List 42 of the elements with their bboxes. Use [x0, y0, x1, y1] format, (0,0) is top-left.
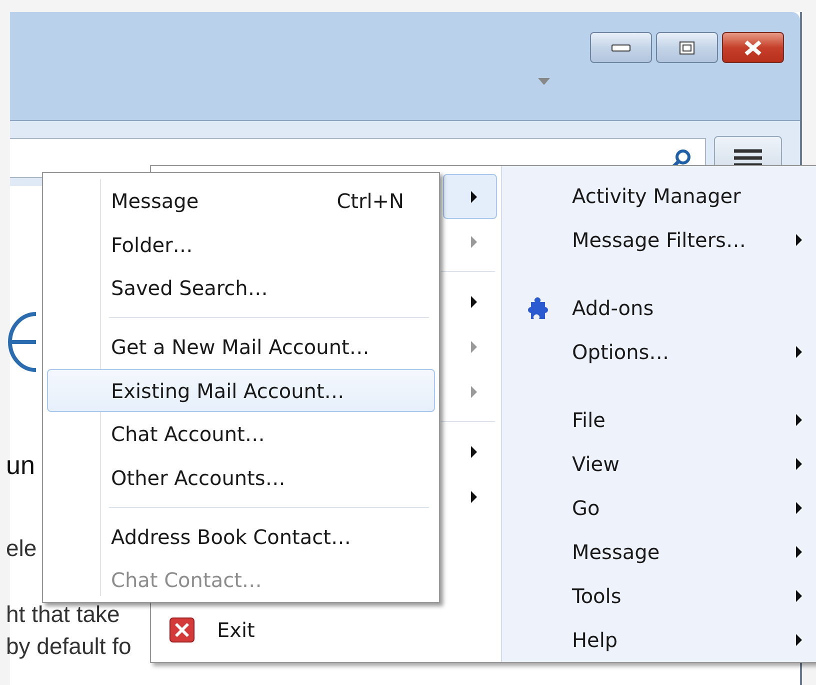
- maximize-icon: [679, 40, 695, 54]
- menu-item[interactable]: Get a New Mail Account…: [47, 325, 435, 369]
- menu-item[interactable]: Address Book Contact…: [47, 514, 435, 558]
- menu-item[interactable]: Message Filters…: [502, 218, 816, 262]
- close-icon: [743, 40, 763, 56]
- menu-item[interactable]: Saved Search…: [47, 266, 435, 310]
- body-text: by default fo: [6, 632, 132, 661]
- menu-item[interactable]: File: [502, 398, 816, 442]
- menu-icon: [734, 148, 762, 168]
- close-button[interactable]: [722, 32, 784, 63]
- submenu-arrow-icon: [795, 457, 803, 471]
- exit-menu-item[interactable]: Exit: [151, 608, 501, 662]
- maximize-button[interactable]: [656, 32, 718, 63]
- dropdown-caret-icon[interactable]: [538, 78, 550, 85]
- menu-item[interactable]: Add-ons: [502, 286, 816, 330]
- submenu-arrow-icon: [795, 633, 803, 647]
- submenu-arrow-icon: [795, 413, 803, 427]
- menu-item[interactable]: Folder…: [47, 222, 435, 266]
- minimize-button[interactable]: [590, 32, 652, 63]
- menu-item[interactable]: Help: [502, 618, 816, 662]
- menu-item[interactable]: Message Ctrl+N: [47, 179, 435, 223]
- minimize-icon: [611, 44, 631, 52]
- body-text: ht that take: [6, 600, 120, 629]
- submenu-arrow-icon: [795, 589, 803, 603]
- logo-fragment-icon: [8, 310, 38, 374]
- exit-icon: [169, 617, 195, 643]
- menu-item[interactable]: Activity Manager: [502, 174, 816, 218]
- submenu-arrow-icon: [795, 545, 803, 559]
- menu-item[interactable]: Message: [502, 530, 816, 574]
- menu-item[interactable]: Tools: [502, 574, 816, 618]
- menu-item[interactable]: Go: [502, 486, 816, 530]
- menu-item[interactable]: Options…: [502, 330, 816, 374]
- menu-item[interactable]: [443, 174, 497, 219]
- menu-item[interactable]: Chat Account…: [47, 412, 435, 456]
- menu-item[interactable]: Other Accounts…: [47, 456, 435, 500]
- submenu-arrow-icon: [795, 345, 803, 359]
- menu-item[interactable]: Existing Mail Account…: [47, 368, 435, 412]
- submenu-arrow-icon: [795, 233, 803, 247]
- body-text: ele: [6, 534, 37, 563]
- heading-text: un: [6, 450, 35, 480]
- submenu-arrow-icon: [795, 501, 803, 515]
- menu-item[interactable]: View: [502, 442, 816, 486]
